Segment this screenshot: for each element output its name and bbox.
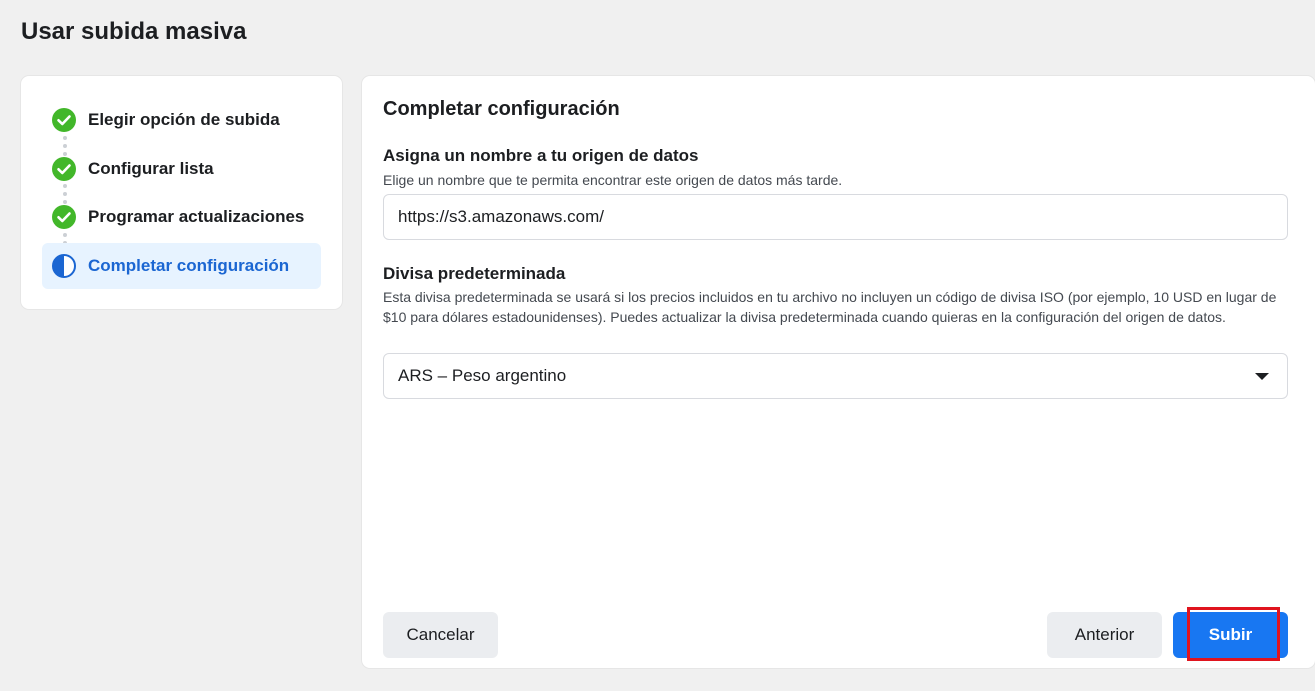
cancel-button[interactable]: Cancelar	[383, 612, 498, 658]
currency-select[interactable]: ARS – Peso argentino	[383, 353, 1288, 399]
step-label: Configurar lista	[88, 159, 214, 178]
step-configure-list[interactable]: Configurar lista	[42, 146, 321, 192]
check-circle-icon	[51, 107, 77, 133]
name-field-help: Elige un nombre que te permita encontrar…	[383, 172, 843, 188]
section-title: Completar configuración	[383, 98, 620, 120]
name-field-label: Asigna un nombre a tu origen de datos	[383, 146, 699, 165]
data-source-name-input[interactable]	[383, 194, 1288, 240]
page-title: Usar subida masiva	[21, 18, 247, 45]
step-complete-setup[interactable]: Completar configuración	[42, 243, 321, 289]
step-choose-upload-option[interactable]: Elegir opción de subida	[42, 97, 321, 143]
setup-panel: Completar configuración Asigna un nombre…	[362, 76, 1315, 668]
caret-down-icon	[1255, 372, 1269, 380]
check-circle-icon	[51, 156, 77, 182]
step-label: Programar actualizaciones	[88, 207, 305, 226]
currency-field-label: Divisa predeterminada	[383, 264, 566, 283]
steps-panel: Elegir opción de subida Configurar lista…	[21, 76, 342, 309]
check-circle-icon	[51, 204, 77, 230]
submit-button[interactable]: Subir	[1173, 612, 1288, 658]
step-label: Elegir opción de subida	[88, 110, 280, 129]
step-schedule-updates[interactable]: Programar actualizaciones	[42, 194, 321, 240]
back-button[interactable]: Anterior	[1047, 612, 1162, 658]
currency-field-help: Esta divisa predeterminada se usará si l…	[383, 289, 1277, 325]
step-label: Completar configuración	[88, 256, 290, 275]
half-circle-icon	[51, 253, 77, 279]
currency-selected-value: ARS – Peso argentino	[398, 366, 567, 385]
